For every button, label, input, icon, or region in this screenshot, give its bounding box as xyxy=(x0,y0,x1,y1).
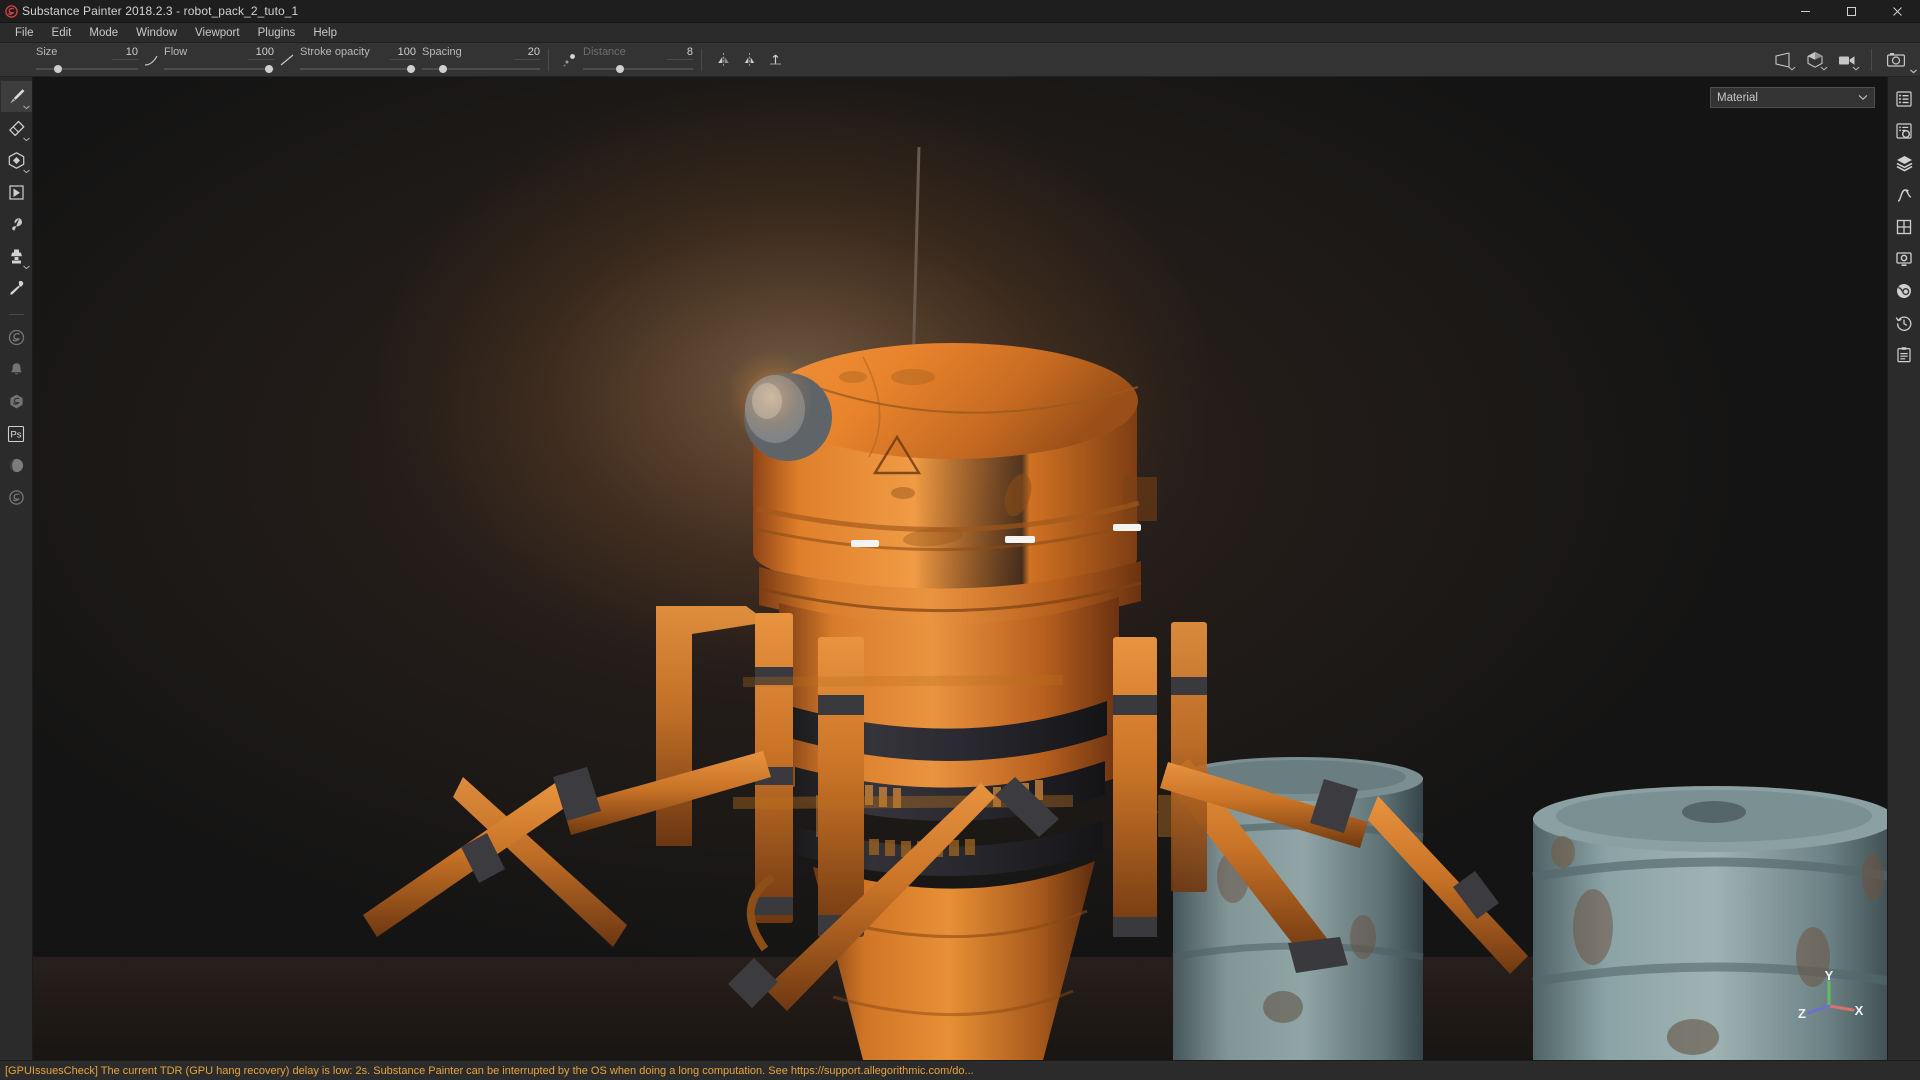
shelf-curve-panel-icon[interactable] xyxy=(1889,179,1920,210)
chevron-down-icon xyxy=(1858,94,1868,101)
eyedropper-tool[interactable] xyxy=(1,273,32,304)
environment-panel-icon[interactable] xyxy=(1889,275,1920,306)
video-camera-icon[interactable] xyxy=(1831,47,1863,73)
toolbar-divider xyxy=(548,48,549,71)
symmetry-mirror-icon[interactable] xyxy=(712,49,734,71)
distance-slider[interactable] xyxy=(583,64,693,74)
symmetry-axis-icon[interactable] xyxy=(764,49,1917,74)
camera-frustum-icon[interactable] xyxy=(1767,47,1799,73)
substance-share-icon[interactable] xyxy=(1,386,32,417)
gizmo-z-label: Z xyxy=(1798,1006,1806,1021)
smudge-tool[interactable] xyxy=(1,209,32,240)
menu-plugins[interactable]: Plugins xyxy=(249,24,305,42)
toolbar-divider-2 xyxy=(701,48,702,71)
distance-param: Distance 8 xyxy=(583,43,693,77)
spacing-label: Spacing xyxy=(422,45,462,58)
menu-edit[interactable]: Edit xyxy=(43,24,81,42)
flow-param: Flow 100 xyxy=(164,43,274,77)
size-value[interactable]: 10 xyxy=(112,46,138,60)
viewport-render[interactable] xyxy=(33,77,1887,1060)
viewport-toolbar-right xyxy=(1767,43,1912,77)
size-label: Size xyxy=(36,45,58,58)
flow-value[interactable]: 100 xyxy=(248,46,274,60)
menu-window[interactable]: Window xyxy=(127,24,186,42)
spacing-value[interactable]: 20 xyxy=(514,46,540,60)
sphere-preview-icon[interactable] xyxy=(1,450,32,481)
minimize-button[interactable] xyxy=(1782,0,1828,23)
tool-options-toolbar: Size 10 Flow 100 Stroke opacity 100 Spac… xyxy=(0,43,1920,77)
rail-divider xyxy=(8,314,24,315)
eraser-tool[interactable] xyxy=(1,113,32,144)
size-pressure-curve-icon[interactable] xyxy=(140,49,1917,74)
substance-source-icon[interactable] xyxy=(1,322,32,353)
stroke-opacity-label: Stroke opacity xyxy=(300,45,370,58)
window-controls xyxy=(1782,0,1920,23)
menu-mode[interactable]: Mode xyxy=(80,24,127,42)
main-body: Ps Material Y X Z xyxy=(0,77,1920,1060)
menu-file[interactable]: File xyxy=(6,24,43,42)
history-panel-icon[interactable] xyxy=(1889,307,1920,338)
3d-viewport[interactable]: Material Y X Z xyxy=(33,77,1887,1060)
material-dropdown[interactable]: Material xyxy=(1710,87,1875,108)
stroke-opacity-value[interactable]: 100 xyxy=(390,46,416,60)
substance-painter-logo-icon xyxy=(0,4,22,18)
svg-text:Ps: Ps xyxy=(10,429,21,440)
window-title: Substance Painter 2018.2.3 - robot_pack_… xyxy=(22,4,299,18)
gizmo-y-label: Y xyxy=(1825,970,1834,983)
flow-slider[interactable] xyxy=(164,64,274,74)
title-bar: Substance Painter 2018.2.3 - robot_pack_… xyxy=(0,0,1920,23)
spacing-jitter-icon[interactable] xyxy=(559,49,581,71)
shading-cube-icon[interactable] xyxy=(1799,47,1831,73)
menu-bar: File Edit Mode Window Viewport Plugins H… xyxy=(0,23,1920,43)
paint-brush-tool[interactable] xyxy=(0,81,32,112)
status-bar: [GPUIssuesCheck] The current TDR (GPU ha… xyxy=(0,1060,1920,1080)
texture-set-list-panel-icon[interactable] xyxy=(1889,83,1920,114)
stroke-opacity-slider[interactable] xyxy=(300,64,416,74)
substance-painter-window: Substance Painter 2018.2.3 - robot_pack_… xyxy=(0,0,1920,1080)
size-slider[interactable] xyxy=(36,64,138,74)
material-dropdown-value: Material xyxy=(1717,91,1758,104)
right-panel-rail xyxy=(1887,77,1920,1060)
close-button[interactable] xyxy=(1874,0,1920,23)
distance-value[interactable]: 8 xyxy=(667,46,693,60)
clone-stamp-tool[interactable] xyxy=(1,241,32,272)
flow-label: Flow xyxy=(164,45,188,58)
maximize-button[interactable] xyxy=(1828,0,1874,23)
left-tool-rail: Ps xyxy=(0,77,33,1060)
symmetry-radial-icon[interactable] xyxy=(738,49,1917,74)
log-panel-icon[interactable] xyxy=(1889,339,1920,370)
spacing-slider[interactable] xyxy=(422,64,540,74)
toolbar-divider-3 xyxy=(1871,49,1872,71)
axis-gizmo: Y X Z xyxy=(1798,970,1864,1021)
substance-engine-icon[interactable] xyxy=(1,482,32,513)
screenshot-camera-icon[interactable] xyxy=(1880,47,1912,73)
texture-set-settings-panel-icon[interactable] xyxy=(1889,115,1920,146)
projection-tool[interactable] xyxy=(1,145,32,176)
photoshop-link-icon[interactable]: Ps xyxy=(1,418,32,449)
stroke-opacity-param: Stroke opacity 100 xyxy=(300,43,416,77)
menu-viewport[interactable]: Viewport xyxy=(186,24,249,42)
display-settings-panel-icon[interactable] xyxy=(1889,243,1920,274)
grid-panel-icon[interactable] xyxy=(1889,211,1920,242)
polygon-fill-tool[interactable] xyxy=(1,177,32,208)
gizmo-x-label: X xyxy=(1855,1003,1864,1018)
flow-pressure-curve-icon[interactable] xyxy=(276,49,1917,74)
menu-help[interactable]: Help xyxy=(304,24,346,42)
notifications-bell-icon[interactable] xyxy=(1,354,32,385)
size-param: Size 10 xyxy=(36,43,138,77)
status-message: [GPUIssuesCheck] The current TDR (GPU ha… xyxy=(5,1064,974,1077)
spacing-param: Spacing 20 xyxy=(422,43,540,77)
distance-label: Distance xyxy=(583,45,626,58)
layers-panel-icon[interactable] xyxy=(1889,147,1920,178)
